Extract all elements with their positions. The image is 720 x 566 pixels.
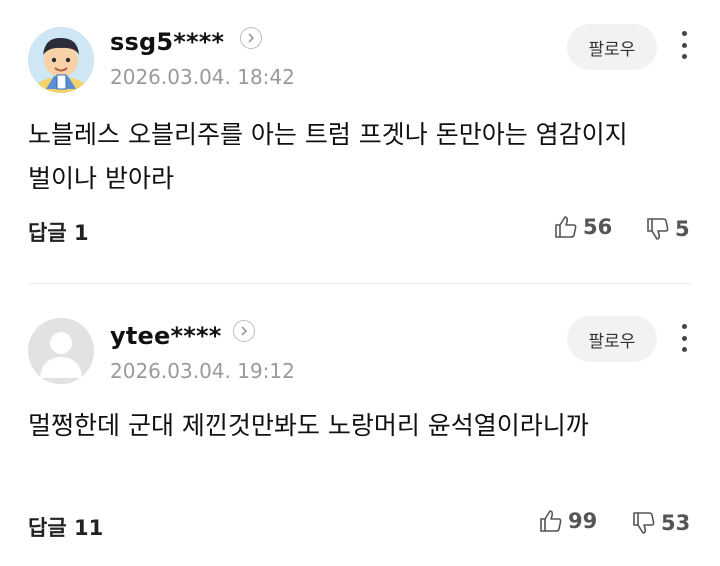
timestamp: 2026.03.04. 19:12 xyxy=(110,359,295,383)
comment-item: ytee**** 2026.03.04. 19:12 팔로우 멀쩡한데 군대 제… xyxy=(0,0,720,566)
default-avatar-icon xyxy=(28,318,94,384)
dislike-button[interactable]: 53 xyxy=(631,510,690,536)
chevron-right-icon[interactable] xyxy=(233,320,255,342)
like-count: 99 xyxy=(568,509,598,533)
dislike-count: 53 xyxy=(661,511,691,535)
username[interactable]: ytee**** xyxy=(110,322,221,350)
like-button[interactable]: 99 xyxy=(538,508,597,534)
reply-button[interactable]: 답글 11 xyxy=(28,512,103,542)
follow-button[interactable]: 팔로우 xyxy=(567,316,657,362)
avatar[interactable] xyxy=(28,318,94,384)
thumbs-up-icon xyxy=(540,510,562,532)
more-vertical-icon[interactable] xyxy=(670,320,698,356)
comment-body: 멀쩡한데 군대 제낀것만봐도 노랑머리 윤석열이라니까 xyxy=(28,411,589,440)
thumbs-down-icon xyxy=(633,512,655,534)
